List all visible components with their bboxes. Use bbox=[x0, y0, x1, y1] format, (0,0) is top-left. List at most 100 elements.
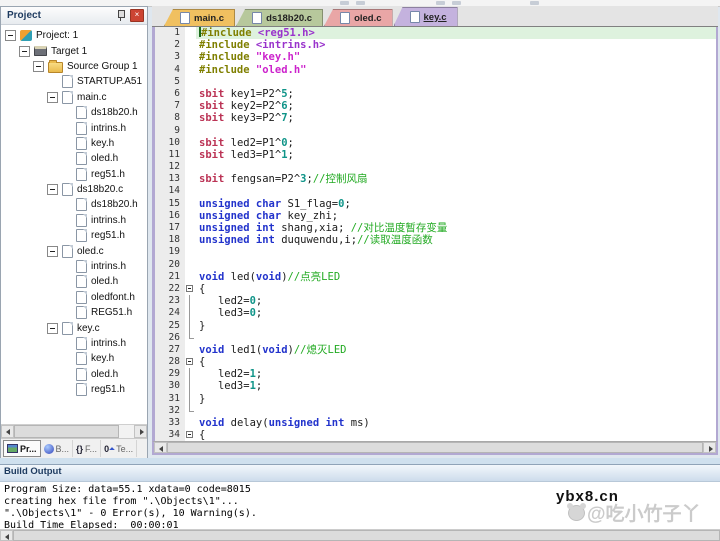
tree-item[interactable]: intrins.h bbox=[1, 213, 147, 228]
code-line[interactable]: 8sbit key3=P2^7; bbox=[155, 112, 716, 124]
code-line[interactable]: 5 bbox=[155, 76, 716, 88]
toolbar-icon bbox=[452, 1, 461, 5]
tree-item[interactable]: main.c bbox=[1, 90, 147, 105]
tree-item[interactable]: STARTUP.A51 bbox=[1, 74, 147, 89]
tree-item[interactable]: ds18b20.h bbox=[1, 105, 147, 120]
code-line[interactable]: 25} bbox=[155, 320, 716, 332]
expander-minus-icon[interactable] bbox=[5, 30, 16, 41]
fold-collapse-icon[interactable] bbox=[185, 429, 196, 441]
tree-item[interactable]: intrins.h bbox=[1, 336, 147, 351]
code-line[interactable]: 34{ bbox=[155, 429, 716, 441]
editor-tab-oled-c[interactable]: oled.c bbox=[324, 9, 392, 26]
code-line[interactable]: 33void delay(unsigned int ms) bbox=[155, 417, 716, 429]
tree-item[interactable]: Project: 1 bbox=[1, 28, 147, 43]
scrollbar-thumb[interactable] bbox=[13, 530, 720, 541]
tree-item[interactable]: oledfont.h bbox=[1, 290, 147, 305]
line-number: 31 bbox=[155, 393, 185, 405]
code-line[interactable]: 9 bbox=[155, 125, 716, 137]
tree-item-label: reg51.h bbox=[91, 169, 125, 180]
code-line[interactable]: 14 bbox=[155, 185, 716, 197]
code-line[interactable]: 21void led(void)//点亮LED bbox=[155, 271, 716, 283]
tree-item[interactable]: oled.h bbox=[1, 274, 147, 289]
code-line[interactable]: 13sbit fengsan=P2^3;//控制风扇 bbox=[155, 173, 716, 185]
fold-margin bbox=[185, 271, 196, 283]
code-line[interactable]: 4#include "oled.h" bbox=[155, 64, 716, 76]
scroll-right-arrow-icon[interactable] bbox=[703, 442, 716, 453]
code-line[interactable]: 26 bbox=[155, 332, 716, 344]
code-editor[interactable]: 1#include <reg51.h>2#include <intrins.h>… bbox=[152, 27, 718, 441]
tree-item[interactable]: oled.h bbox=[1, 151, 147, 166]
code-line[interactable]: 16unsigned char key_zhi; bbox=[155, 210, 716, 222]
tree-item[interactable]: reg51.h bbox=[1, 228, 147, 243]
expander-minus-icon[interactable] bbox=[47, 323, 58, 334]
expander-minus-icon[interactable] bbox=[47, 184, 58, 195]
code-line[interactable]: 31} bbox=[155, 393, 716, 405]
scroll-left-arrow-icon[interactable] bbox=[154, 442, 167, 453]
code-line[interactable]: 3#include "key.h" bbox=[155, 51, 716, 63]
fold-margin bbox=[185, 88, 196, 100]
tree-item[interactable]: REG51.h bbox=[1, 305, 147, 320]
code-line[interactable]: 23 led2=0; bbox=[155, 295, 716, 307]
code-line[interactable]: 19 bbox=[155, 246, 716, 258]
code-line[interactable]: 28{ bbox=[155, 356, 716, 368]
code-line[interactable]: 11sbit led3=P1^1; bbox=[155, 149, 716, 161]
scroll-left-arrow-icon[interactable] bbox=[1, 425, 14, 438]
code-line[interactable]: 1#include <reg51.h> bbox=[155, 27, 716, 39]
editor-horizontal-scrollbar[interactable] bbox=[152, 441, 718, 455]
tree-item[interactable]: key.h bbox=[1, 351, 147, 366]
code-line[interactable]: 24 led3=0; bbox=[155, 307, 716, 319]
tree-item[interactable]: key.h bbox=[1, 136, 147, 151]
panel-tab-f[interactable]: {}F... bbox=[73, 440, 101, 457]
scrollbar-thumb[interactable] bbox=[167, 442, 703, 453]
tree-item[interactable]: reg51.h bbox=[1, 382, 147, 397]
code-line[interactable]: 10sbit led2=P1^0; bbox=[155, 137, 716, 149]
expander-minus-icon[interactable] bbox=[33, 61, 44, 72]
fold-margin bbox=[185, 125, 196, 137]
scroll-right-arrow-icon[interactable] bbox=[134, 425, 147, 438]
code-line[interactable]: 17unsigned int shang,xia; //对比温度暂存变量 bbox=[155, 222, 716, 234]
code-line[interactable]: 27void led1(void)//熄灭LED bbox=[155, 344, 716, 356]
panel-tab-pr[interactable]: Pr... bbox=[3, 440, 41, 457]
code-line[interactable]: 18unsigned int duquwendu,i;//读取温度函数 bbox=[155, 234, 716, 246]
code-line[interactable]: 15unsigned char S1_flag=0; bbox=[155, 198, 716, 210]
expander-minus-icon[interactable] bbox=[47, 92, 58, 103]
scrollbar-track[interactable] bbox=[119, 425, 134, 438]
code-text: sbit led2=P1^0; bbox=[196, 137, 716, 149]
panel-tab-b[interactable]: B... bbox=[41, 440, 74, 457]
pin-icon[interactable] bbox=[115, 9, 126, 22]
code-text: led3=1; bbox=[196, 380, 716, 392]
tree-item[interactable]: oled.c bbox=[1, 243, 147, 258]
fold-collapse-icon[interactable] bbox=[185, 283, 196, 295]
code-line[interactable]: 2#include <intrins.h> bbox=[155, 39, 716, 51]
scrollbar-thumb[interactable] bbox=[14, 425, 119, 438]
code-line[interactable]: 32 bbox=[155, 405, 716, 417]
fold-collapse-icon[interactable] bbox=[185, 356, 196, 368]
build-output-scrollbar[interactable] bbox=[0, 529, 720, 541]
tree-item[interactable]: intrins.h bbox=[1, 120, 147, 135]
panel-tab-te[interactable]: 0Te... bbox=[101, 440, 137, 457]
code-line[interactable]: 30 led3=1; bbox=[155, 380, 716, 392]
tree-item[interactable]: oled.h bbox=[1, 367, 147, 382]
tree-item[interactable]: Source Group 1 bbox=[1, 59, 147, 74]
expander-minus-icon[interactable] bbox=[19, 46, 30, 57]
code-line[interactable]: 22{ bbox=[155, 283, 716, 295]
close-icon[interactable] bbox=[130, 9, 144, 22]
code-line[interactable]: 6sbit key1=P2^5; bbox=[155, 88, 716, 100]
tree-item[interactable]: Target 1 bbox=[1, 43, 147, 58]
scroll-left-arrow-icon[interactable] bbox=[0, 530, 13, 541]
expander-minus-icon[interactable] bbox=[47, 246, 58, 257]
project-horizontal-scrollbar[interactable] bbox=[1, 424, 147, 438]
code-line[interactable]: 20 bbox=[155, 259, 716, 271]
code-line[interactable]: 12 bbox=[155, 161, 716, 173]
folder-icon bbox=[48, 62, 63, 73]
tree-item[interactable]: key.c bbox=[1, 320, 147, 335]
tree-item[interactable]: intrins.h bbox=[1, 259, 147, 274]
editor-tab-ds18b20-c[interactable]: ds18b20.c bbox=[236, 9, 323, 26]
code-line[interactable]: 7sbit key2=P2^6; bbox=[155, 100, 716, 112]
tree-item[interactable]: ds18b20.h bbox=[1, 197, 147, 212]
code-line[interactable]: 29 led2=1; bbox=[155, 368, 716, 380]
editor-tab-key-c[interactable]: key.c bbox=[394, 7, 458, 26]
tree-item[interactable]: ds18b20.c bbox=[1, 182, 147, 197]
editor-tab-main-c[interactable]: main.c bbox=[164, 9, 235, 26]
tree-item[interactable]: reg51.h bbox=[1, 167, 147, 182]
